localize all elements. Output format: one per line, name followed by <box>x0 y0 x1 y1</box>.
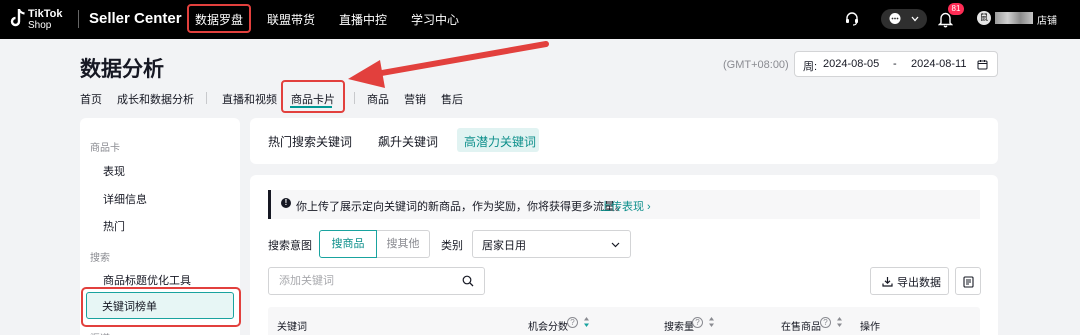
keyword-search-input[interactable] <box>268 267 485 295</box>
page-title: 数据分析 <box>80 58 164 81</box>
category-label: 类别 <box>441 240 463 252</box>
top-nav-bar: TikTok Shop Seller Center 数据罗盘 联盟带货 直播中控… <box>0 0 1080 39</box>
column-settings-button[interactable] <box>955 267 981 295</box>
help-icon[interactable]: ? <box>820 317 831 328</box>
nav-live-control[interactable]: 直播中控 <box>339 11 387 28</box>
timezone-label: (GMT+08:00) <box>723 59 789 71</box>
search-icon[interactable] <box>462 275 474 287</box>
date-range-picker[interactable]: 周: 2024-08-05 - 2024-08-11 <box>794 51 998 77</box>
subtab-after-sales[interactable]: 售后 <box>441 91 463 107</box>
export-data-label: 导出数据 <box>897 277 941 289</box>
nav-affiliate[interactable]: 联盟带货 <box>267 11 315 28</box>
nav-learning-center[interactable]: 学习中心 <box>411 11 459 28</box>
chat-button[interactable] <box>881 9 927 29</box>
calendar-icon <box>977 60 988 70</box>
intent-search-product-button[interactable]: 搜商品 <box>319 230 377 258</box>
keyword-tab-card <box>250 118 998 164</box>
subtab-growth[interactable]: 成长和数据分析 <box>117 91 194 107</box>
nav-highlight-box <box>187 4 251 33</box>
tab-high-potential-label: 高潜力关键词 <box>464 135 537 149</box>
notification-badge: 81 <box>948 3 964 15</box>
chat-icon <box>889 13 901 24</box>
chevron-down-icon <box>611 242 620 248</box>
info-icon: ! <box>281 198 291 208</box>
column-header-opportunity-score[interactable]: 机会分数 <box>528 318 568 333</box>
date-start: 2024-08-05 <box>823 58 880 70</box>
help-icon[interactable]: ? <box>567 317 578 328</box>
help-icon[interactable]: ? <box>692 317 703 328</box>
date-prefix: 周: <box>803 61 818 73</box>
date-separator: - <box>893 58 897 70</box>
sidebar-item-performance[interactable]: 表现 <box>103 163 125 179</box>
shop-name-masked <box>995 12 1033 24</box>
sidebar-item-details[interactable]: 详细信息 <box>103 191 147 207</box>
search-intent-label: 搜索意图 <box>268 240 312 252</box>
column-header-keyword: 关键词 <box>277 322 307 333</box>
list-settings-icon <box>963 276 974 288</box>
intent-search-other-button[interactable]: 搜其他 <box>377 230 430 258</box>
headset-icon[interactable] <box>844 11 860 27</box>
avatar[interactable]: 鼠 <box>977 11 991 25</box>
category-value: 居家日用 <box>482 240 526 252</box>
subtab-marketing[interactable]: 营销 <box>404 91 426 107</box>
column-header-products-on-sale[interactable]: 在售商品 <box>781 318 821 333</box>
tab-rising-keywords[interactable]: 飙升关键词 <box>378 133 438 150</box>
tiktok-shop-logo[interactable]: TikTok Shop <box>10 7 72 33</box>
sidebar-group-channel: 渠道 <box>90 330 110 335</box>
upload-performance-link[interactable]: 上传表现 › <box>600 198 651 214</box>
sort-icon[interactable] <box>583 316 590 328</box>
sort-icon[interactable] <box>836 316 843 328</box>
sidebar-group-search: 搜索 <box>90 253 110 264</box>
column-header-search-volume[interactable]: 搜索量 <box>664 318 694 333</box>
column-header-actions: 操作 <box>860 322 880 333</box>
date-end: 2024-08-11 <box>911 58 967 70</box>
tiktok-note-icon <box>10 9 25 27</box>
logo-text-tiktok: TikTok <box>28 8 63 20</box>
subtab-highlight-box <box>281 80 345 113</box>
sort-icon[interactable] <box>708 316 715 328</box>
subtab-live-video[interactable]: 直播和视频 <box>222 91 277 107</box>
chevron-down-icon <box>911 16 919 22</box>
shop-name-suffix[interactable]: 店铺 <box>1037 12 1057 27</box>
sidebar-item-hot[interactable]: 热门 <box>103 218 125 234</box>
logo-divider <box>78 10 79 28</box>
brand-title: Seller Center <box>89 10 182 27</box>
download-icon <box>882 277 893 287</box>
logo-text-shop: Shop <box>28 20 52 31</box>
subtab-divider <box>354 92 355 104</box>
subtab-divider <box>206 92 207 104</box>
subtab-product[interactable]: 商品 <box>367 91 389 107</box>
tab-hot-search-keywords[interactable]: 热门搜索关键词 <box>268 133 352 150</box>
sidebar-item-title-optimizer[interactable]: 商品标题优化工具 <box>103 272 191 288</box>
sidebar-highlight-box <box>81 287 241 327</box>
subtab-home[interactable]: 首页 <box>80 91 102 107</box>
sidebar-group-product-card: 商品卡 <box>90 143 120 154</box>
notice-text: 你上传了展示定向关键词的新商品，作为奖励，你将获得更多流量。 <box>296 201 626 213</box>
